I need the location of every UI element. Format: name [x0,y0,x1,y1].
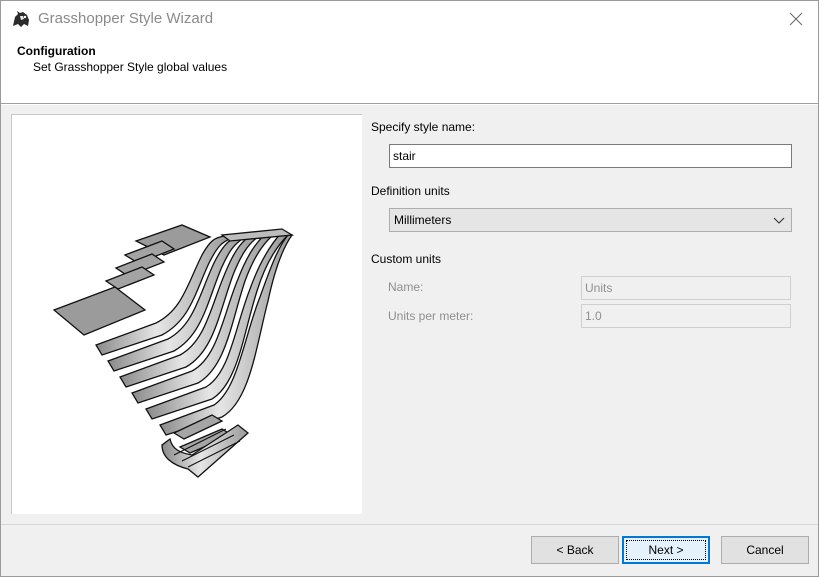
custom-units-label: Custom units [371,252,442,266]
wizard-content: Specify style name: Definition units Mil… [1,105,818,524]
close-icon [789,12,803,26]
units-per-meter-field: 1.0 [581,304,791,328]
definition-units-value: Millimeters [394,213,452,227]
back-button-label: < Back [556,543,594,557]
definition-units-label: Definition units [371,184,450,198]
custom-name-field: Units [581,276,791,300]
focus-rect [626,540,706,560]
page-title: Configuration [17,44,96,58]
back-button[interactable]: < Back [531,536,619,564]
definition-units-select[interactable]: Millimeters [389,208,792,232]
wizard-footer: < Back Next > Cancel [1,524,818,576]
rhino-icon [11,9,31,29]
style-name-input[interactable] [389,144,792,168]
page-subtitle: Set Grasshopper Style global values [33,60,228,74]
title-bar: Grasshopper Style Wizard [1,1,818,37]
custom-name-label: Name: [388,280,424,294]
wizard-header: Configuration Set Grasshopper Style glob… [1,37,818,104]
stair-preview-image [11,114,362,514]
cancel-button[interactable]: Cancel [721,536,809,564]
close-button[interactable] [781,5,811,33]
chevron-down-icon [773,214,785,229]
cancel-button-label: Cancel [746,543,784,557]
next-button[interactable]: Next > [622,536,710,564]
style-name-label: Specify style name: [371,120,476,134]
units-per-meter-label: Units per meter: [388,309,474,323]
wizard-window: Grasshopper Style Wizard Configuration S… [0,0,819,577]
window-title: Grasshopper Style Wizard [38,10,214,27]
